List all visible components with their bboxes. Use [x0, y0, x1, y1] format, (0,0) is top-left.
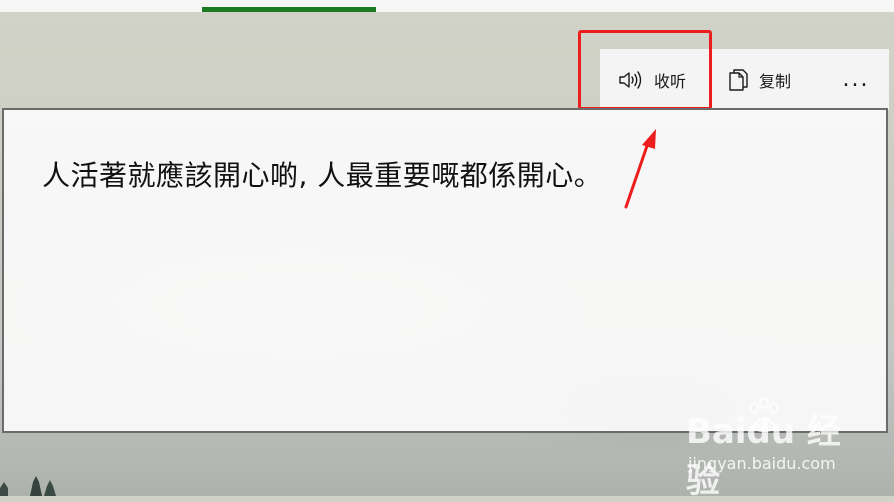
baidu-watermark: Baidu 经验 jingyan.baidu.com: [676, 396, 851, 501]
recognized-text-panel: 人活著就應該開心啲, 人最重要嘅都係開心。: [2, 108, 888, 433]
copy-label: 复制: [759, 71, 792, 91]
tree-silhouette: [0, 476, 56, 496]
copy-icon: [727, 68, 749, 92]
more-options-button[interactable]: ...: [836, 49, 876, 110]
recognized-text: 人活著就應該開心啲, 人最重要嘅都係開心。: [42, 159, 603, 192]
watermark-logo-text: Baidu 经验: [686, 412, 841, 501]
annotation-arrow-icon: [624, 129, 656, 209]
watermark-url: jingyan.baidu.com: [688, 454, 836, 473]
copy-button[interactable]: 复制: [727, 49, 791, 110]
tab-bar: [0, 0, 894, 12]
annotation-highlight-box: [578, 30, 712, 110]
